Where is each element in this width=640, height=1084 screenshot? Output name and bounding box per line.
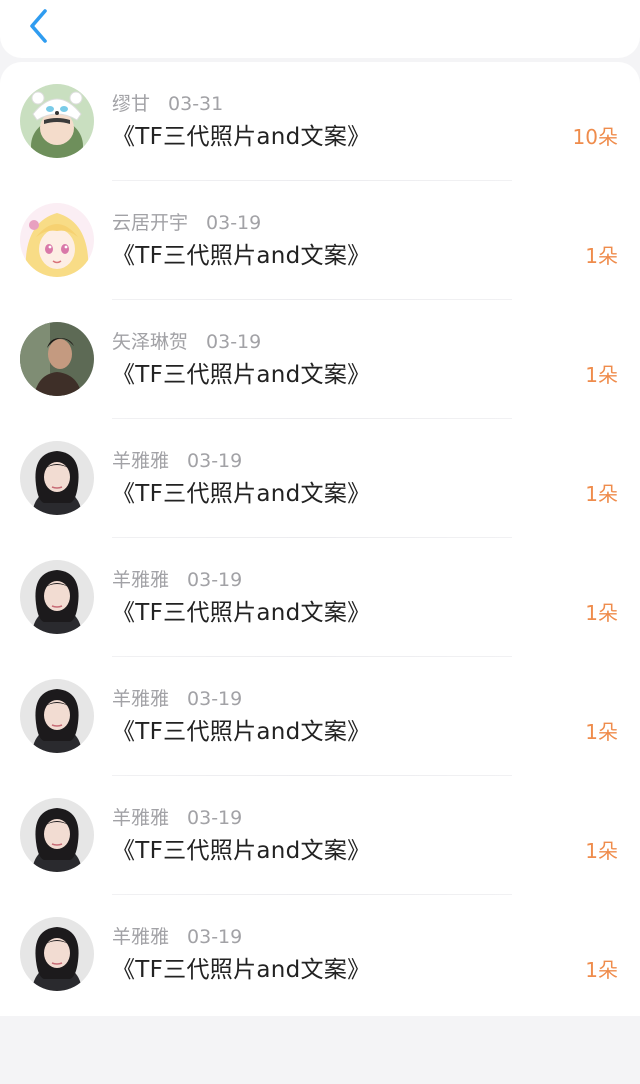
- list-item[interactable]: 羊雅雅 03-19 《TF三代照片and文案》 1朵: [0, 895, 640, 1014]
- item-title[interactable]: 《TF三代照片and文案》: [112, 360, 370, 390]
- item-meta: 矢泽琳贺 03-19: [112, 330, 261, 354]
- list-item[interactable]: 羊雅雅 03-19 《TF三代照片and文案》 1朵: [0, 419, 640, 538]
- user-name[interactable]: 云居开宇: [112, 212, 188, 234]
- item-title[interactable]: 《TF三代照片and文案》: [112, 479, 370, 509]
- item-meta: 羊雅雅 03-19: [112, 687, 242, 711]
- avatar[interactable]: [20, 679, 94, 753]
- user-name[interactable]: 羊雅雅: [112, 569, 169, 591]
- flower-count: 1朵: [585, 363, 618, 387]
- avatar[interactable]: [20, 203, 94, 277]
- avatar[interactable]: [20, 84, 94, 158]
- flower-count: 1朵: [585, 958, 618, 982]
- top-bar: [0, 0, 640, 58]
- list-item[interactable]: 云居开宇 03-19 《TF三代照片and文案》 1朵: [0, 181, 640, 300]
- item-date: 03-19: [187, 569, 243, 591]
- anime-avatar: [20, 203, 94, 277]
- flower-count: 1朵: [585, 839, 618, 863]
- avatar[interactable]: [20, 560, 94, 634]
- chevron-left-icon: [30, 9, 47, 43]
- user-name[interactable]: 羊雅雅: [112, 450, 169, 472]
- sticker-avatar: [20, 84, 94, 158]
- item-date: 03-19: [187, 450, 243, 472]
- item-date: 03-31: [168, 93, 224, 115]
- user-name[interactable]: 羊雅雅: [112, 926, 169, 948]
- user-name[interactable]: 矢泽琳贺: [112, 331, 188, 353]
- item-title[interactable]: 《TF三代照片and文案》: [112, 836, 370, 866]
- item-meta: 羊雅雅 03-19: [112, 568, 242, 592]
- user-name[interactable]: 缪甘: [112, 93, 150, 115]
- photo-avatar: [20, 917, 94, 991]
- photo-avatar: [20, 441, 94, 515]
- item-meta: 羊雅雅 03-19: [112, 806, 242, 830]
- photo-avatar: [20, 560, 94, 634]
- list-item[interactable]: 矢泽琳贺 03-19 《TF三代照片and文案》 1朵: [0, 300, 640, 419]
- item-meta: 云居开宇 03-19: [112, 211, 261, 235]
- avatar[interactable]: [20, 917, 94, 991]
- photo-avatar: [20, 322, 94, 396]
- item-date: 03-19: [187, 807, 243, 829]
- flower-count: 1朵: [585, 482, 618, 506]
- avatar[interactable]: [20, 322, 94, 396]
- item-title[interactable]: 《TF三代照片and文案》: [112, 955, 370, 985]
- avatar[interactable]: [20, 441, 94, 515]
- flower-count: 10朵: [572, 125, 618, 149]
- avatar[interactable]: [20, 798, 94, 872]
- item-title[interactable]: 《TF三代照片and文案》: [112, 241, 370, 271]
- list-item[interactable]: 羊雅雅 03-19 《TF三代照片and文案》 1朵: [0, 538, 640, 657]
- item-meta: 缪甘 03-31: [112, 92, 223, 116]
- gift-list: 缪甘 03-31 《TF三代照片and文案》 10朵 云居开宇 03-19 《TF三…: [0, 62, 640, 1016]
- item-date: 03-19: [206, 331, 262, 353]
- item-meta: 羊雅雅 03-19: [112, 925, 242, 949]
- flower-count: 1朵: [585, 601, 618, 625]
- item-meta: 羊雅雅 03-19: [112, 449, 242, 473]
- item-title[interactable]: 《TF三代照片and文案》: [112, 717, 370, 747]
- flower-count: 1朵: [585, 720, 618, 744]
- flower-count: 1朵: [585, 244, 618, 268]
- user-name[interactable]: 羊雅雅: [112, 688, 169, 710]
- photo-avatar: [20, 679, 94, 753]
- photo-avatar: [20, 798, 94, 872]
- item-date: 03-19: [187, 926, 243, 948]
- list-item[interactable]: 羊雅雅 03-19 《TF三代照片and文案》 1朵: [0, 657, 640, 776]
- item-date: 03-19: [206, 212, 262, 234]
- user-name[interactable]: 羊雅雅: [112, 807, 169, 829]
- back-button[interactable]: [18, 6, 58, 46]
- item-title[interactable]: 《TF三代照片and文案》: [112, 598, 370, 628]
- list-item[interactable]: 羊雅雅 03-19 《TF三代照片and文案》 1朵: [0, 776, 640, 895]
- list-item[interactable]: 缪甘 03-31 《TF三代照片and文案》 10朵: [0, 62, 640, 181]
- item-date: 03-19: [187, 688, 243, 710]
- item-title[interactable]: 《TF三代照片and文案》: [112, 122, 370, 152]
